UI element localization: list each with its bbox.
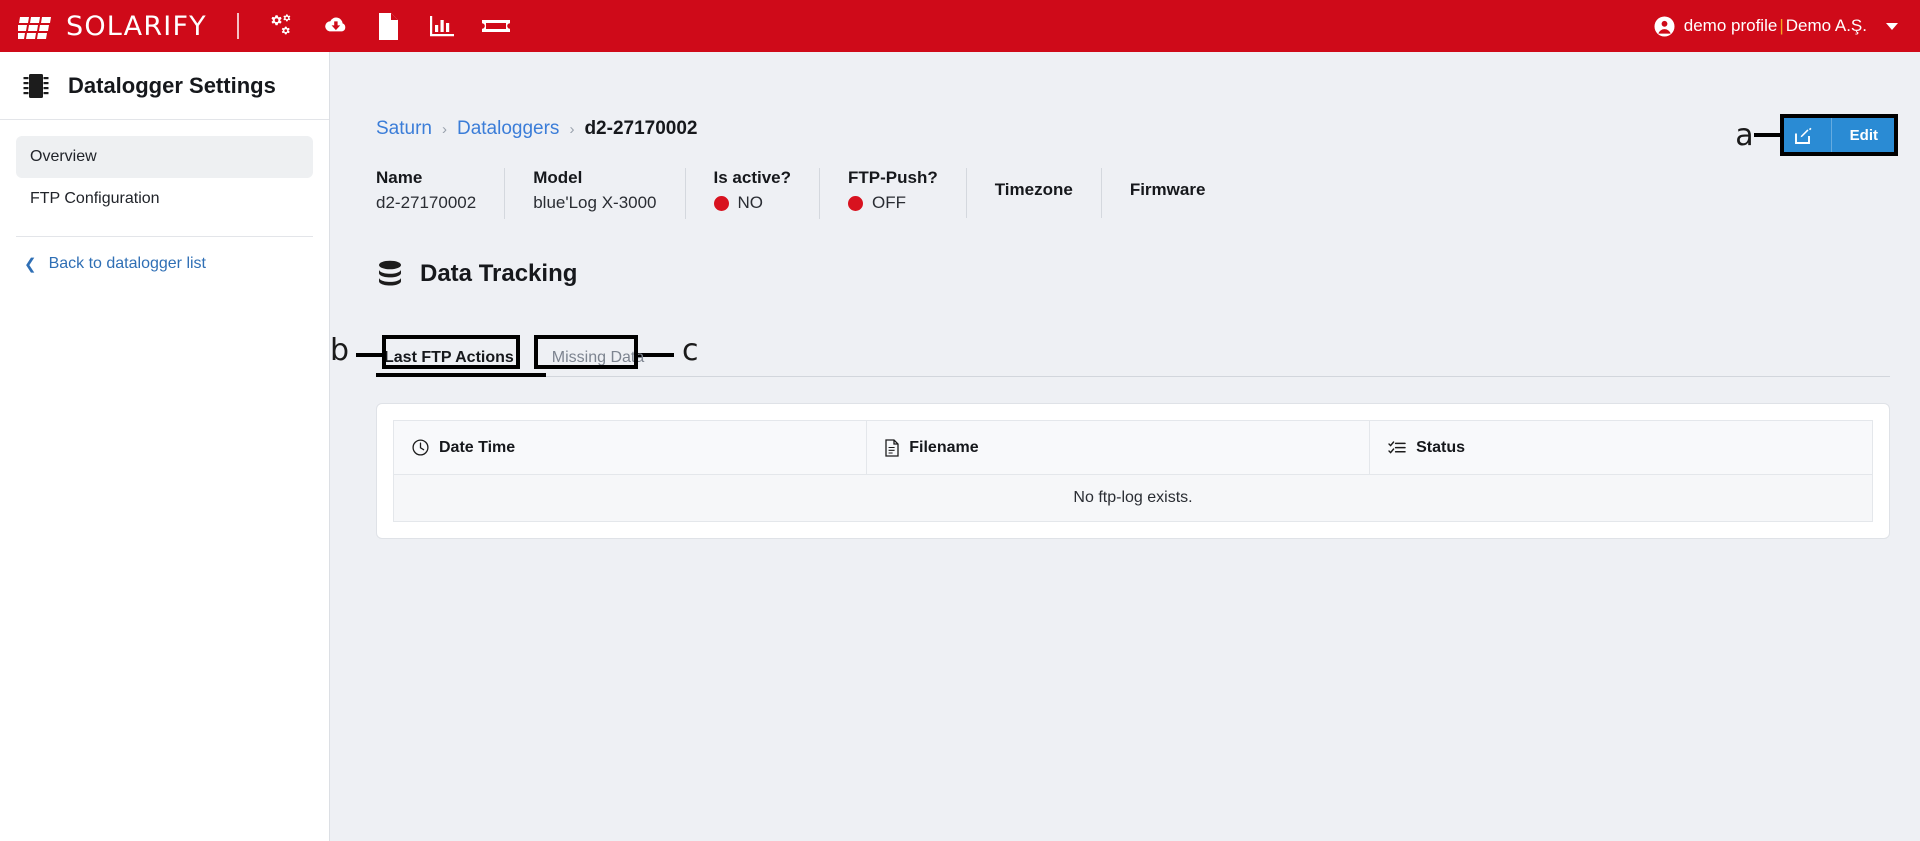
table-body: No ftp-log exists.: [393, 474, 1873, 522]
topbar-icon-group: [265, 12, 511, 40]
chevron-left-icon: ❮: [24, 255, 37, 273]
info-cell-firmware: Firmware: [1100, 168, 1234, 218]
data-tracking-card: Date Time Filename Status No ftp-log exi…: [376, 403, 1890, 539]
user-circle-icon: [1654, 16, 1675, 37]
chevron-down-icon[interactable]: [1886, 22, 1898, 30]
annotation-box-a: Edit: [1779, 114, 1898, 156]
column-header-label: Filename: [909, 438, 979, 456]
file-icon: [885, 438, 899, 457]
info-value-wrap: NO: [713, 193, 792, 213]
chevron-right-icon: ›: [441, 120, 447, 138]
topbar-divider: [236, 13, 239, 39]
sidebar-header: Datalogger Settings: [0, 52, 329, 120]
sidebar-nav: Overview FTP Configuration: [0, 120, 329, 220]
column-header-label: Date Time: [439, 438, 516, 456]
breadcrumb-current: d2-27170002: [584, 118, 698, 139]
database-icon: [376, 259, 404, 289]
microchip-icon: [22, 71, 50, 101]
info-value: d2-27170002: [376, 193, 477, 212]
column-header-label: Status: [1416, 438, 1466, 456]
info-label: Name: [376, 168, 423, 187]
info-value: OFF: [872, 193, 907, 212]
info-label: Firmware: [1129, 180, 1206, 199]
datalogger-info-bar: Name d2-27170002 Model blue'Log X-3000 I…: [352, 140, 1898, 219]
sidebar-item-label: FTP Configuration: [30, 190, 160, 207]
sidebar-title: Datalogger Settings: [68, 72, 276, 98]
info-cell-model: Model blue'Log X-3000: [504, 168, 684, 219]
edit-pencil-icon: [1794, 126, 1813, 145]
table-header-row: Date Time Filename Status: [392, 420, 1873, 475]
annotation-label-b: b: [330, 333, 350, 368]
breadcrumb: Saturn › Dataloggers › d2-27170002: [352, 52, 1898, 140]
brand[interactable]: SOLARIFY: [0, 11, 207, 42]
back-link-label: Back to datalogger list: [48, 255, 206, 272]
main-content: Saturn › Dataloggers › d2-27170002 a Edi…: [330, 52, 1920, 841]
sidebar-item-ftp-configuration[interactable]: FTP Configuration: [16, 178, 313, 220]
chevron-right-icon: ›: [569, 120, 575, 138]
top-navigation-bar: SOLARIFY demo profile | Demo A.Ş.: [0, 0, 1920, 52]
status-dot-off: [848, 195, 864, 211]
cogs-icon[interactable]: [265, 12, 295, 40]
sidebar: Datalogger Settings Overview FTP Configu…: [0, 52, 330, 841]
column-header-filename[interactable]: Filename: [866, 420, 1371, 475]
cloud-download-icon[interactable]: [319, 12, 349, 40]
edit-button[interactable]: Edit: [1783, 118, 1894, 152]
info-label: Model: [533, 168, 583, 187]
info-cell-name: Name d2-27170002: [376, 168, 504, 219]
column-header-status[interactable]: Status: [1369, 420, 1873, 475]
clock-icon: [412, 439, 429, 456]
table-empty-row: No ftp-log exists.: [393, 474, 1873, 522]
sidebar-item-overview[interactable]: Overview: [16, 136, 313, 178]
sidebar-item-label: Overview: [30, 148, 97, 165]
column-header-date-time[interactable]: Date Time: [392, 420, 868, 475]
info-label: Timezone: [994, 180, 1073, 199]
info-value: blue'Log X-3000: [533, 193, 657, 212]
active-tab-underline: [376, 373, 546, 377]
tab-missing-data[interactable]: Missing Data: [544, 343, 652, 377]
bar-chart-icon[interactable]: [427, 12, 457, 40]
brand-name: SOLARIFY: [66, 10, 207, 42]
back-to-datalogger-list-link[interactable]: ❮ Back to datalogger list: [0, 237, 329, 273]
edit-button-label: Edit: [1849, 126, 1878, 144]
breadcrumb-item-saturn[interactable]: Saturn: [376, 118, 432, 140]
status-dot-inactive: [713, 195, 729, 211]
table-header: Date Time Filename Status: [392, 420, 1873, 475]
table-empty-message: No ftp-log exists.: [393, 474, 1873, 522]
tab-label: Last FTP Actions: [384, 349, 514, 366]
edit-button-divider: [1830, 118, 1832, 152]
annotation-leader-line-a: [1753, 133, 1780, 137]
info-value-wrap: OFF: [848, 193, 938, 213]
info-cell-ftp-push: FTP-Push? OFF: [819, 168, 966, 219]
breadcrumb-item-dataloggers[interactable]: Dataloggers: [457, 118, 559, 140]
user-profile-menu[interactable]: demo profile | Demo A.Ş.: [1654, 0, 1898, 52]
edit-button-annotation-group: a Edit: [1735, 114, 1898, 156]
info-value: NO: [737, 193, 764, 212]
annotation-label-a: a: [1735, 117, 1754, 153]
tab-list: Last FTP Actions Missing Data: [376, 331, 1898, 377]
ticket-icon[interactable]: [481, 12, 511, 40]
file-document-icon[interactable]: [373, 12, 403, 40]
tab-label: Missing Data: [551, 349, 645, 366]
tasks-list-icon: [1388, 440, 1406, 456]
section-header: Data Tracking: [352, 219, 1898, 289]
user-name-label: demo profile | Demo A.Ş.: [1683, 16, 1867, 35]
ftp-log-table: Date Time Filename Status No ftp-log exi…: [392, 420, 1873, 522]
info-label: Is active?: [713, 168, 792, 187]
solar-panel-icon: [18, 13, 54, 39]
info-cell-is-active: Is active? NO: [684, 168, 820, 219]
section-title: Data Tracking: [420, 260, 578, 287]
info-cell-timezone: Timezone: [965, 168, 1101, 218]
tabs-region: b c Last FTP Actions Missing Data: [330, 331, 1898, 377]
info-label: FTP-Push?: [848, 168, 938, 187]
tab-last-ftp-actions[interactable]: Last FTP Actions: [376, 343, 522, 377]
